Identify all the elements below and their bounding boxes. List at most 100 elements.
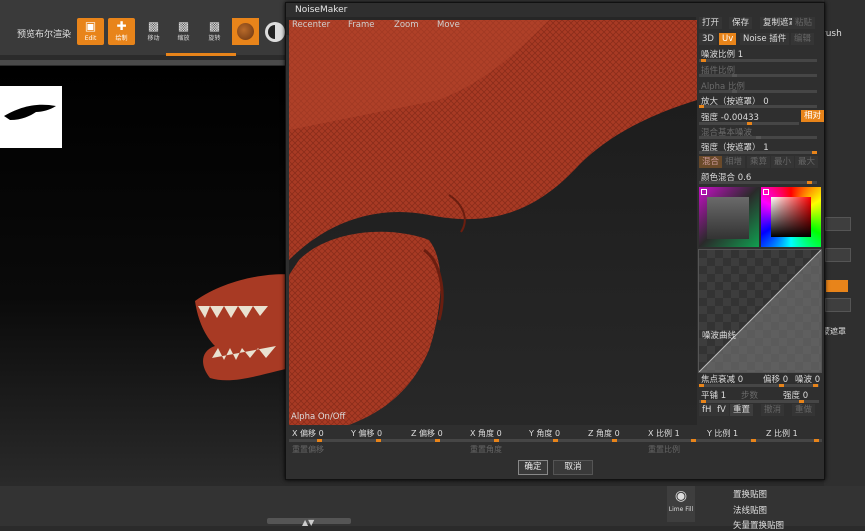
noise-scale-knob[interactable] [701, 59, 706, 62]
secondary-color-square[interactable] [771, 197, 811, 237]
save-button[interactable]: 保存 [729, 17, 753, 29]
move-tool-button[interactable]: ▩ 移动 [140, 18, 167, 45]
reset-curve-button[interactable]: 重置 [730, 404, 754, 416]
primary-color-square[interactable] [707, 197, 749, 239]
z-angle-slider[interactable]: Z 角度 0 [588, 428, 620, 439]
secondary-color-picker[interactable] [761, 187, 821, 247]
y-angle-slider[interactable]: Y 角度 0 [529, 428, 560, 439]
right-panel-button-1[interactable] [825, 217, 851, 231]
scale-tool-button[interactable]: ▩ 缩放 [170, 18, 197, 45]
blend-base-noise-track[interactable] [699, 136, 817, 139]
reset-angle-button[interactable]: 重置角度 [470, 444, 502, 455]
y-scale-knob[interactable] [751, 439, 756, 442]
color-blend-track[interactable] [699, 181, 817, 184]
alpha-onoff-toggle[interactable]: Alpha On/Off [291, 412, 345, 422]
x-angle-knob[interactable] [494, 439, 499, 442]
z-offset-knob[interactable] [435, 439, 440, 442]
tab-edit[interactable]: 编辑 [791, 33, 815, 45]
paste-button[interactable]: 粘贴 [792, 17, 816, 29]
strength-mask-track[interactable] [699, 151, 817, 154]
dialog-title: NoiseMaker [295, 5, 348, 15]
z-offset-slider[interactable]: Z 偏移 0 [411, 428, 443, 439]
curve-strength-knob[interactable] [799, 400, 804, 403]
draw-tool-button[interactable]: ✚ 绘制 [108, 18, 135, 45]
open-button[interactable]: 打开 [699, 17, 723, 29]
mask-label[interactable]: 蒙遮罩 [822, 326, 846, 337]
alpha-thumbnail[interactable] [0, 86, 62, 148]
x-scale-slider[interactable]: X 比例 1 [648, 428, 680, 439]
curve-params-track-2[interactable] [699, 400, 819, 403]
alpha-scale-track[interactable] [699, 90, 817, 93]
color-pickers [699, 187, 821, 247]
normal-map-item[interactable]: 法线贴图 [733, 504, 767, 516]
plugin-scale-knob[interactable] [732, 74, 737, 77]
primary-color-swatch [701, 189, 707, 195]
z-scale-knob[interactable] [814, 439, 819, 442]
frame-menu[interactable]: Frame [348, 20, 374, 30]
right-panel-active-button[interactable] [826, 280, 848, 292]
tab-uv[interactable]: Uv [719, 33, 737, 45]
curve-params-track[interactable] [699, 384, 819, 387]
texture-button[interactable] [265, 22, 285, 42]
magnify-mask-track[interactable] [699, 105, 817, 108]
flip-h-button[interactable]: fH [699, 404, 715, 416]
right-panel-button-2[interactable] [825, 248, 851, 262]
lime-fill-button[interactable]: ◉ Lime Fill [667, 486, 695, 522]
y-offset-knob[interactable] [376, 439, 381, 442]
blend-mode-multiply[interactable]: 乘算 [747, 156, 771, 168]
x-scale-knob[interactable] [691, 439, 696, 442]
y-scale-slider[interactable]: Y 比例 1 [707, 428, 738, 439]
blend-mode-max[interactable]: 最大 [795, 156, 819, 168]
vector-displacement-item[interactable]: 矢量置换贴图 [733, 519, 784, 531]
transform-params-track[interactable] [289, 439, 822, 442]
smooth-knob[interactable] [701, 400, 706, 403]
blend-mode-min[interactable]: 最小 [771, 156, 795, 168]
cancel-button[interactable]: 取消 [553, 460, 593, 475]
model-preview-render [289, 20, 697, 425]
ok-button[interactable]: 确定 [518, 460, 548, 475]
z-scale-slider[interactable]: Z 比例 1 [766, 428, 798, 439]
offset-knob[interactable] [779, 384, 784, 387]
reset-offset-button[interactable]: 重置偏移 [292, 444, 324, 455]
y-offset-slider[interactable]: Y 偏移 0 [351, 428, 382, 439]
move-menu[interactable]: Move [437, 20, 460, 30]
magnify-mask-knob[interactable] [699, 105, 704, 108]
primary-color-picker[interactable] [699, 187, 759, 247]
strength-mask-knob[interactable] [812, 151, 817, 154]
preview-boolean-render-button[interactable]: 预览布尔渲染 [17, 27, 71, 40]
noise-knob[interactable] [813, 384, 818, 387]
flip-v-button[interactable]: fV [714, 404, 729, 416]
tab-noise-plugin[interactable]: Noise 插件 [740, 33, 790, 45]
noise-scale-track[interactable] [699, 59, 817, 62]
material-sphere-icon [237, 23, 254, 40]
edit-tool-button[interactable]: ▣ Edit [77, 18, 104, 45]
x-offset-slider[interactable]: X 偏移 0 [292, 428, 324, 439]
strength-knob[interactable] [747, 122, 752, 125]
noise-preview-viewport[interactable] [289, 20, 697, 425]
z-angle-knob[interactable] [612, 439, 617, 442]
x-offset-knob[interactable] [317, 439, 322, 442]
x-angle-slider[interactable]: X 角度 0 [470, 428, 502, 439]
relative-toggle[interactable]: 相对 [801, 110, 824, 122]
undo-curve-button[interactable]: 撤消 [761, 404, 785, 416]
rotate-tool-button[interactable]: ▩ 旋转 [201, 18, 228, 45]
recenter-menu[interactable]: Recenter [292, 20, 330, 30]
blend-mode-mix[interactable]: 混合 [699, 156, 723, 168]
alpha-scale-knob[interactable] [732, 90, 737, 93]
tab-3d[interactable]: 3D [699, 33, 717, 45]
blend-base-noise-knob[interactable] [756, 136, 761, 139]
color-blend-knob[interactable] [807, 181, 812, 184]
right-panel-button-3[interactable] [825, 298, 851, 312]
redo-curve-button[interactable]: 重做 [792, 404, 816, 416]
reset-scale-button[interactable]: 重置比例 [648, 444, 680, 455]
alpha-silhouette [4, 104, 56, 120]
displacement-map-item[interactable]: 置换贴图 [733, 488, 767, 500]
blend-mode-add[interactable]: 相增 [722, 156, 746, 168]
y-angle-knob[interactable] [553, 439, 558, 442]
zoom-menu[interactable]: Zoom [394, 20, 419, 30]
material-button[interactable] [232, 18, 259, 45]
strength-track[interactable] [699, 122, 799, 125]
focal-falloff-knob[interactable] [699, 384, 704, 387]
noise-curve-editor[interactable]: 噪波曲线 [698, 249, 822, 373]
plugin-scale-track[interactable] [699, 74, 817, 77]
